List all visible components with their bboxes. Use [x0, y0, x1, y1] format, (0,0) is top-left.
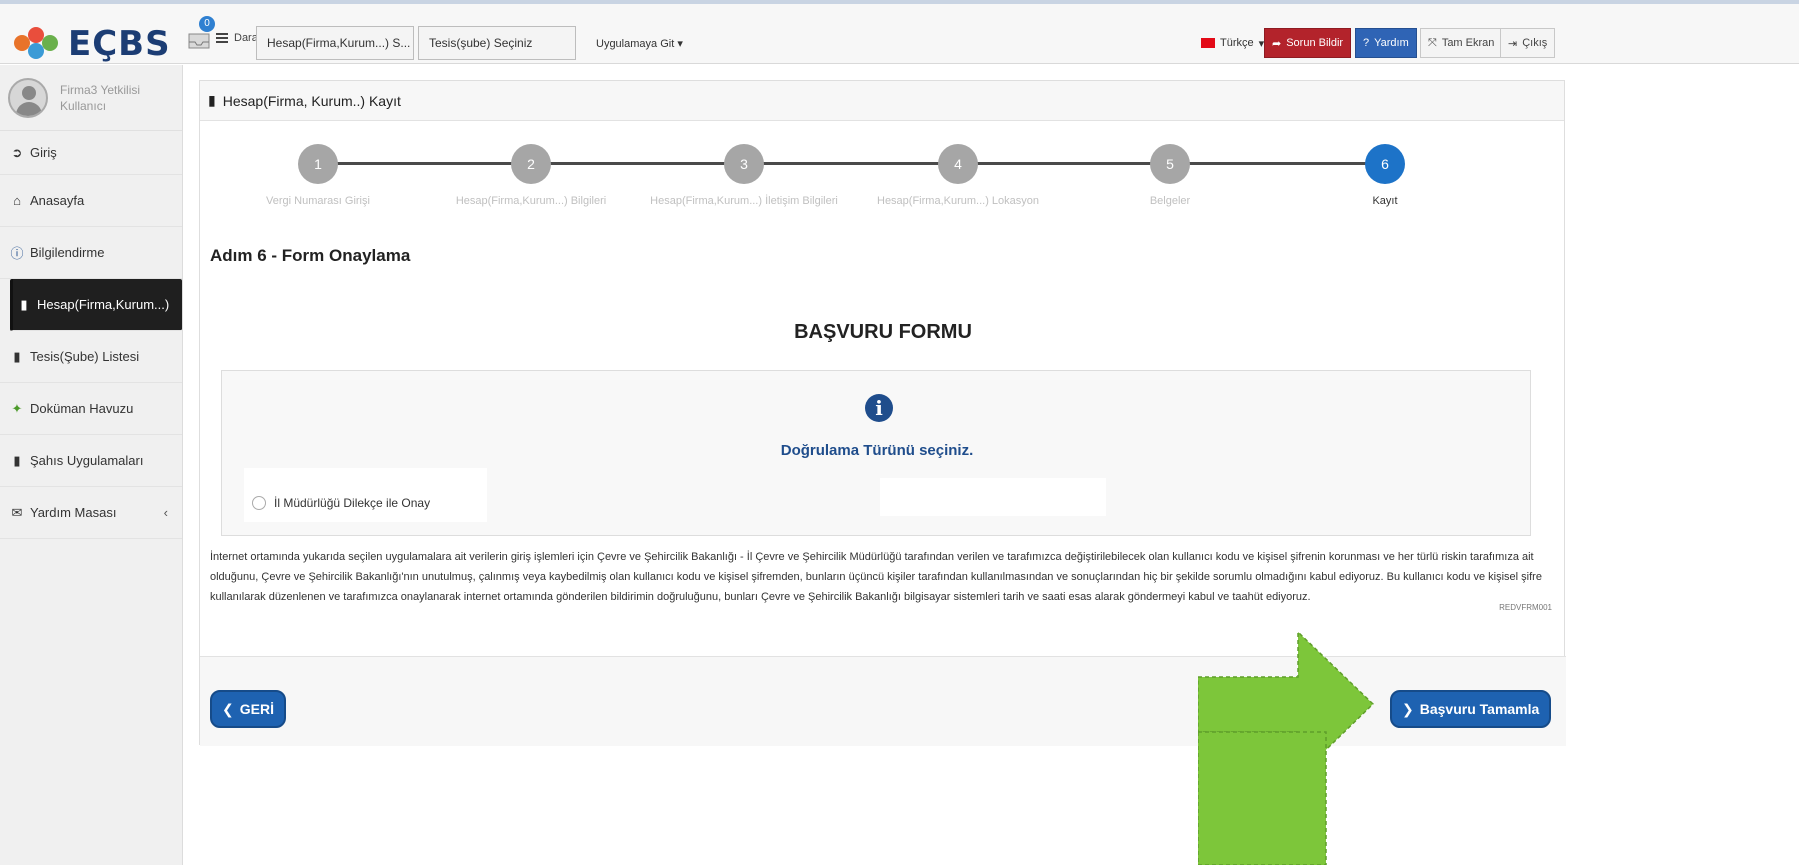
chevron-left-icon: ‹ — [163, 505, 168, 520]
building-icon: ▮ — [13, 452, 21, 468]
reference-code: REDVFRM001 — [1499, 603, 1552, 612]
question-icon: ? — [1363, 37, 1370, 49]
step-5-circle[interactable]: 5 — [1150, 144, 1190, 184]
language-label: Türkçe — [1220, 37, 1254, 49]
sidebar-item-tesis-listesi[interactable]: ▮ Tesis(Şube) Listesi — [0, 331, 182, 383]
submit-button-label: Başvuru Tamamla — [1419, 701, 1540, 717]
sidebar-item-anasayfa[interactable]: ⌂ Anasayfa — [0, 175, 182, 227]
step-2-label: Hesap(Firma,Kurum...) Bilgileri — [455, 195, 607, 207]
menu-icon — [216, 33, 228, 43]
logo-text: EÇBS — [68, 24, 171, 64]
users-icon: ✦ — [11, 400, 23, 416]
fullscreen-button[interactable]: ⤧ Tam Ekran — [1420, 28, 1503, 58]
step-heading: Adım 6 - Form Onaylama — [210, 246, 411, 265]
arrow-circle-icon: ➲ — [11, 144, 23, 160]
report-issue-label: Sorun Bildir — [1286, 37, 1344, 49]
logout-button[interactable]: ⇥ Çıkış — [1500, 28, 1556, 58]
radio-button[interactable] — [252, 496, 266, 510]
radio-option[interactable]: İl Müdürlüğü Dilekçe ile Onay — [252, 496, 430, 510]
sidebar-item-label: Şahıs Uygulamaları — [30, 453, 144, 468]
sidebar-item-yardim-masasi[interactable]: ✉ Yardım Masası ‹ — [0, 487, 182, 539]
notification-badge: 0 — [199, 16, 215, 32]
step-4-circle[interactable]: 4 — [938, 144, 978, 184]
step-2-circle[interactable]: 2 — [511, 144, 551, 184]
form-title: BAŞVURU FORMU — [794, 321, 972, 343]
info-icon: i — [865, 394, 893, 422]
panel-title: Hesap(Firma, Kurum..) Kayıt — [222, 92, 401, 109]
sidebar-item-label: Doküman Havuzu — [30, 401, 134, 416]
building-icon: ▮ — [13, 348, 21, 364]
steps-connector — [318, 162, 1385, 165]
panel-header: ▮ Hesap(Firma, Kurum..) Kayıt — [200, 81, 1564, 121]
step-3-label: Hesap(Firma,Kurum...) İletişim Bilgileri — [650, 195, 838, 207]
wizard-steps: 1 Vergi Numarası Girişi 2 Hesap(Firma,Ku… — [200, 141, 1566, 221]
sidebar-item-hesap[interactable]: ▮ Hesap(Firma,Kurum...) — [10, 279, 182, 331]
step-6-label: Kayıt — [1372, 195, 1398, 207]
share-icon: ➦ — [1272, 37, 1282, 50]
sidebar-item-giris[interactable]: ➲ Giriş — [0, 131, 182, 175]
top-bar: EÇBS 0 Daralt Hesap(Firma,Kurum...) S...… — [0, 0, 1799, 64]
logo-mark-icon — [14, 27, 66, 61]
user-name: Firma3 Yetkilisi Kullanıcı — [60, 82, 141, 113]
home-icon: ⌂ — [13, 193, 21, 208]
submit-button[interactable]: ❯ Başvuru Tamamla — [1390, 690, 1552, 728]
sidebar-item-bilgilendirme[interactable]: ⓘ Bilgilendirme — [0, 227, 182, 279]
sidebar-item-label: Giriş — [30, 145, 57, 160]
verification-box: i Doğrulama Türünü seçiniz. İl Müdürlüğü… — [221, 370, 1531, 536]
envelope-icon: ✉ — [11, 504, 23, 520]
app-select-label: Uygulamaya Git — [596, 38, 675, 50]
radio-option-label: İl Müdürlüğü Dilekçe ile Onay — [274, 496, 431, 510]
chevron-right-icon: ❯ — [1402, 700, 1414, 717]
sign-out-icon: ⇥ — [1508, 37, 1518, 50]
step-6-circle[interactable]: 6 — [1365, 144, 1405, 184]
blank-field — [880, 478, 1106, 516]
account-select[interactable]: Hesap(Firma,Kurum...) S... — [256, 26, 414, 60]
sidebar-item-dokuman-havuzu[interactable]: ✦ Doküman Havuzu — [0, 383, 182, 435]
caret-down-icon: ▾ — [677, 38, 683, 50]
green-pointer-arrow-icon — [1198, 632, 1375, 865]
sidebar-item-label: Tesis(Şube) Listesi — [30, 349, 140, 364]
logout-label: Çıkış — [1522, 37, 1548, 49]
disclaimer-text: İnternet ortamında yukarıda seçilen uygu… — [210, 551, 1542, 603]
help-button[interactable]: ? Yardım — [1355, 28, 1417, 58]
step-5-label: Belgeler — [1149, 195, 1191, 207]
logo[interactable]: EÇBS — [14, 24, 171, 64]
chevron-left-icon: ❮ — [222, 700, 234, 717]
building-icon: ▮ — [208, 92, 216, 108]
step-4-label: Hesap(Firma,Kurum...) Lokasyon — [877, 195, 1039, 207]
step-1-circle[interactable]: 1 — [298, 144, 338, 184]
help-label: Yardım — [1374, 37, 1409, 49]
inbox-icon[interactable] — [188, 30, 210, 50]
user-profile[interactable]: Firma3 Yetkilisi Kullanıcı — [0, 65, 182, 131]
sidebar-item-label: Hesap(Firma,Kurum...) — [37, 297, 170, 312]
branch-select[interactable]: Tesis(şube) Seçiniz — [418, 26, 576, 60]
app-select[interactable]: Uygulamaya Git ▾ — [586, 26, 696, 60]
sidebar-item-label: Bilgilendirme — [30, 245, 105, 260]
info-icon: ⓘ — [10, 246, 24, 261]
report-issue-button[interactable]: ➦ Sorun Bildir — [1264, 28, 1352, 58]
sidebar-item-label: Anasayfa — [30, 193, 85, 208]
back-button-label: GERİ — [239, 701, 274, 717]
step-1-label: Vergi Numarası Girişi — [266, 195, 370, 207]
fullscreen-label: Tam Ekran — [1441, 37, 1495, 49]
avatar — [8, 77, 48, 118]
language-select[interactable]: Türkçe ▾ — [1194, 28, 1271, 58]
sidebar: Firma3 Yetkilisi Kullanıcı ➲ Giriş ⌂ Ana… — [0, 65, 183, 865]
expand-icon: ⤧ — [1428, 36, 1437, 49]
sidebar-item-sahis-uygulamalari[interactable]: ▮ Şahıs Uygulamaları — [0, 435, 182, 487]
verify-prompt: Doğrulama Türünü seçiniz. — [780, 442, 974, 459]
sidebar-item-label: Yardım Masası — [30, 505, 117, 520]
back-button[interactable]: ❮ GERİ — [210, 690, 286, 728]
building-icon: ▮ — [20, 296, 28, 312]
radio-container — [244, 468, 487, 522]
flag-icon — [1201, 38, 1215, 48]
step-3-circle[interactable]: 3 — [724, 144, 764, 184]
